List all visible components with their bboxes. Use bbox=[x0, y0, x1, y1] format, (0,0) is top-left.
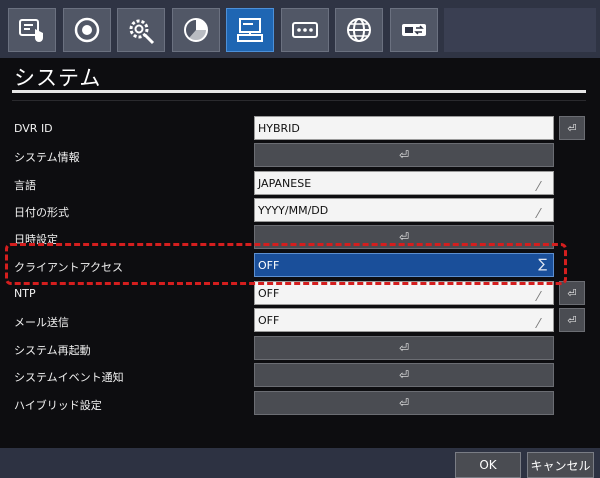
event-transfer-icon bbox=[402, 24, 426, 36]
system-info-button[interactable]: ⏎ bbox=[254, 143, 554, 167]
dropdown-mark-icon bbox=[535, 208, 552, 218]
storage-card-icon bbox=[292, 22, 318, 38]
dropdown-mark-icon bbox=[535, 181, 552, 191]
enter-icon: ⏎ bbox=[567, 121, 577, 135]
highlight-annotation bbox=[5, 243, 567, 285]
menu-tab-bar bbox=[0, 0, 600, 58]
event-notify-button[interactable]: ⏎ bbox=[254, 363, 554, 387]
dropdown-mark-icon bbox=[535, 318, 552, 328]
tab-bar-filler bbox=[444, 8, 596, 52]
dvr-id-value: HYBRID bbox=[258, 121, 300, 135]
label-hybrid: ハイブリッド設定 bbox=[14, 399, 102, 412]
date-format-dropdown[interactable]: YYYY/MM/DD bbox=[254, 198, 554, 222]
date-format-value: YYYY/MM/DD bbox=[258, 203, 329, 217]
gear-wrench-icon bbox=[129, 19, 155, 45]
label-mail: メール送信 bbox=[14, 316, 69, 329]
mail-settings-button[interactable]: ⏎ bbox=[559, 308, 585, 332]
enter-icon: ⏎ bbox=[398, 368, 410, 382]
dvr-id-edit-button[interactable]: ⏎ bbox=[559, 116, 585, 140]
ntp-value: OFF bbox=[258, 286, 280, 300]
label-event-notify: システムイベント通知 bbox=[14, 371, 124, 384]
hybrid-settings-button[interactable]: ⏎ bbox=[254, 391, 554, 415]
mail-value: OFF bbox=[258, 313, 280, 327]
tab-display[interactable] bbox=[172, 8, 220, 52]
enter-icon: ⏎ bbox=[398, 230, 410, 244]
dropdown-mark-icon bbox=[535, 291, 552, 301]
reboot-button[interactable]: ⏎ bbox=[254, 336, 554, 360]
language-value: JAPANESE bbox=[258, 176, 312, 190]
page-title: システム bbox=[14, 66, 102, 90]
pie-chart-icon bbox=[184, 18, 208, 42]
tab-event[interactable] bbox=[390, 8, 438, 52]
enter-icon: ⏎ bbox=[398, 396, 410, 410]
label-date-format: 日付の形式 bbox=[14, 206, 69, 219]
mail-dropdown[interactable]: OFF bbox=[254, 308, 554, 332]
title-underline bbox=[12, 90, 586, 93]
label-system-info: システム情報 bbox=[14, 151, 80, 164]
title-divider bbox=[12, 100, 586, 101]
enter-icon: ⏎ bbox=[398, 148, 410, 162]
cancel-button[interactable]: キャンセル bbox=[527, 452, 594, 478]
dvr-id-field[interactable]: HYBRID bbox=[254, 116, 554, 140]
enter-icon: ⏎ bbox=[398, 341, 410, 355]
computer-system-icon bbox=[237, 18, 263, 42]
label-reboot: システム再起動 bbox=[14, 344, 91, 357]
record-disc-icon bbox=[74, 17, 100, 43]
tab-network[interactable] bbox=[335, 8, 383, 52]
system-settings-window: システム DVR ID HYBRID ⏎ システム情報 ⏎ 言語 JAPANES… bbox=[0, 0, 600, 478]
enter-icon: ⏎ bbox=[567, 286, 577, 300]
label-dvr-id: DVR ID bbox=[14, 122, 53, 135]
touch-setup-icon bbox=[19, 19, 43, 42]
language-dropdown[interactable]: JAPANESE bbox=[254, 171, 554, 195]
tab-record[interactable] bbox=[63, 8, 111, 52]
network-globe-icon bbox=[347, 18, 371, 42]
tab-device[interactable] bbox=[117, 8, 165, 52]
tab-storage[interactable] bbox=[281, 8, 329, 52]
tab-touch-setup[interactable] bbox=[8, 8, 56, 52]
label-ntp: NTP bbox=[14, 287, 36, 300]
tab-system[interactable] bbox=[226, 8, 274, 52]
label-language: 言語 bbox=[14, 179, 36, 192]
enter-icon: ⏎ bbox=[567, 313, 577, 327]
ok-button[interactable]: OK bbox=[455, 452, 521, 478]
